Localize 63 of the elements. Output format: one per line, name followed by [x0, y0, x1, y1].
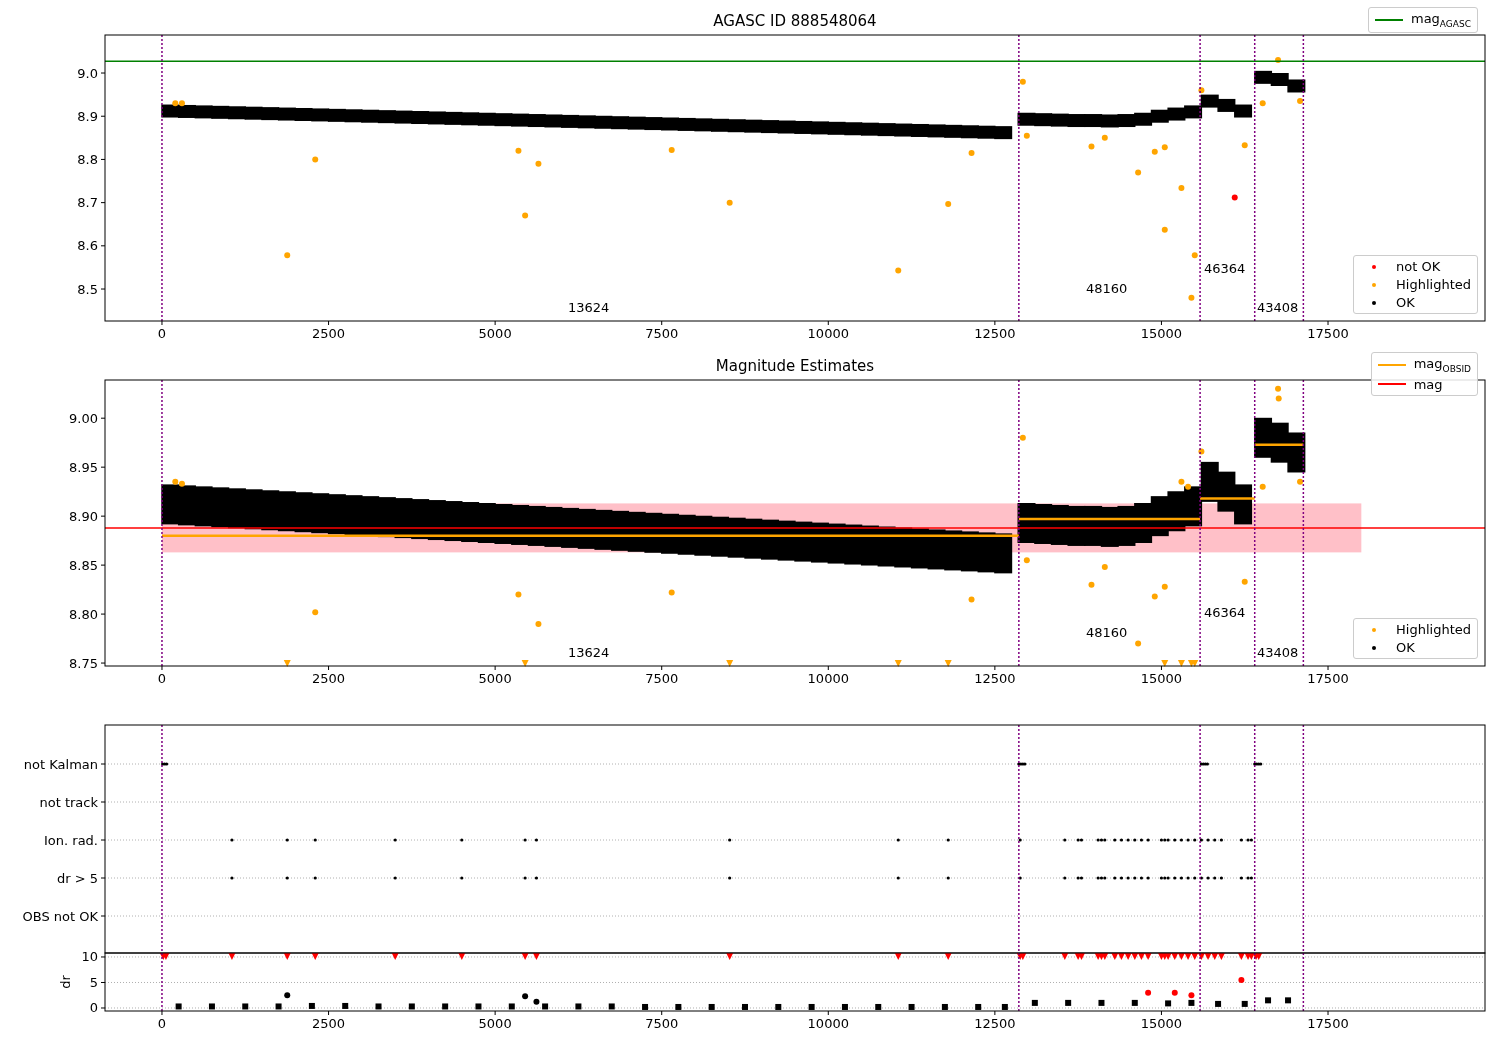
tick-label: 8.75 — [69, 655, 98, 671]
chart-title: AGASC ID 888548064 — [713, 12, 877, 30]
legend-label: not OK — [1396, 259, 1441, 274]
tick-label: 9.0 — [77, 65, 98, 81]
chart-title: Magnitude Estimates — [715, 357, 875, 375]
legend-label: mag$_{AGASC}$ — [1410, 11, 1471, 29]
tick-label: 15000 — [1140, 1016, 1183, 1031]
tick-label: 12500 — [974, 326, 1016, 341]
row-label: not track — [39, 794, 98, 810]
row-label: Ion. rad. — [44, 832, 98, 848]
tick-label: 12500 — [974, 671, 1016, 686]
tick-label: 5000 — [478, 671, 512, 686]
annotation-label: 43408 — [1257, 645, 1299, 661]
tick-label: 7500 — [645, 326, 679, 341]
tick-label: 8.7 — [77, 195, 98, 211]
tick-label: 8.6 — [77, 238, 98, 254]
legend-label: OK — [1396, 640, 1415, 655]
tick-label: 9.00 — [69, 410, 98, 426]
annotation-label: 48160 — [1086, 280, 1128, 296]
axis-title: dr — [58, 975, 73, 989]
tick-label: 17500 — [1307, 671, 1349, 686]
legend-label: mag — [1413, 376, 1443, 392]
tick-label: 8.5 — [77, 281, 98, 297]
tick-label: 2500 — [312, 1016, 346, 1031]
tick-label: 0 — [157, 671, 167, 686]
tick-label: 2500 — [312, 671, 346, 686]
tick-label: 10000 — [807, 1016, 849, 1031]
tick-label: 5000 — [478, 326, 512, 341]
annotation-label: 43408 — [1257, 299, 1299, 315]
tick-label: 0 — [157, 326, 167, 341]
tick-label: 12500 — [974, 1016, 1016, 1031]
annotation-label: 46364 — [1203, 261, 1246, 277]
annotation-label: 13624 — [567, 645, 610, 661]
legend-label: Highlighted — [1396, 277, 1471, 292]
tick-label: 5 — [89, 975, 98, 990]
tick-label: 0 — [89, 1000, 98, 1016]
tick-label: 17500 — [1307, 1016, 1349, 1031]
legend-label: OK — [1396, 295, 1415, 310]
annotation-label: 46364 — [1203, 605, 1246, 621]
tick-label: 5000 — [478, 1016, 512, 1031]
tick-label: 7500 — [645, 671, 679, 686]
tick-label: 15000 — [1140, 326, 1183, 341]
annotation-label: 13624 — [567, 299, 610, 315]
tick-label: 8.9 — [77, 108, 98, 124]
tick-label: 7500 — [645, 1016, 679, 1031]
tick-label: 8.8 — [77, 151, 98, 167]
legend-label: Highlighted — [1396, 622, 1471, 637]
tick-label: 17500 — [1307, 326, 1349, 341]
legend-label: mag$_{OBSID}$ — [1413, 356, 1471, 374]
tick-label: 2500 — [312, 326, 346, 341]
annotation-label: 48160 — [1086, 624, 1128, 640]
tick-label: 10 — [81, 949, 98, 965]
tick-label: 8.85 — [69, 557, 98, 573]
tick-label: 8.90 — [69, 508, 98, 524]
tick-label: 10000 — [807, 326, 849, 341]
row-label: dr > 5 — [56, 870, 98, 886]
row-label: OBS not OK — [22, 908, 98, 924]
tick-label: 15000 — [1140, 671, 1183, 686]
tick-label: 0 — [157, 1016, 167, 1031]
tick-label: 10000 — [807, 671, 849, 686]
row-label: not Kalman — [23, 756, 98, 772]
tick-label: 8.80 — [69, 606, 98, 622]
tick-label: 8.95 — [69, 459, 98, 475]
